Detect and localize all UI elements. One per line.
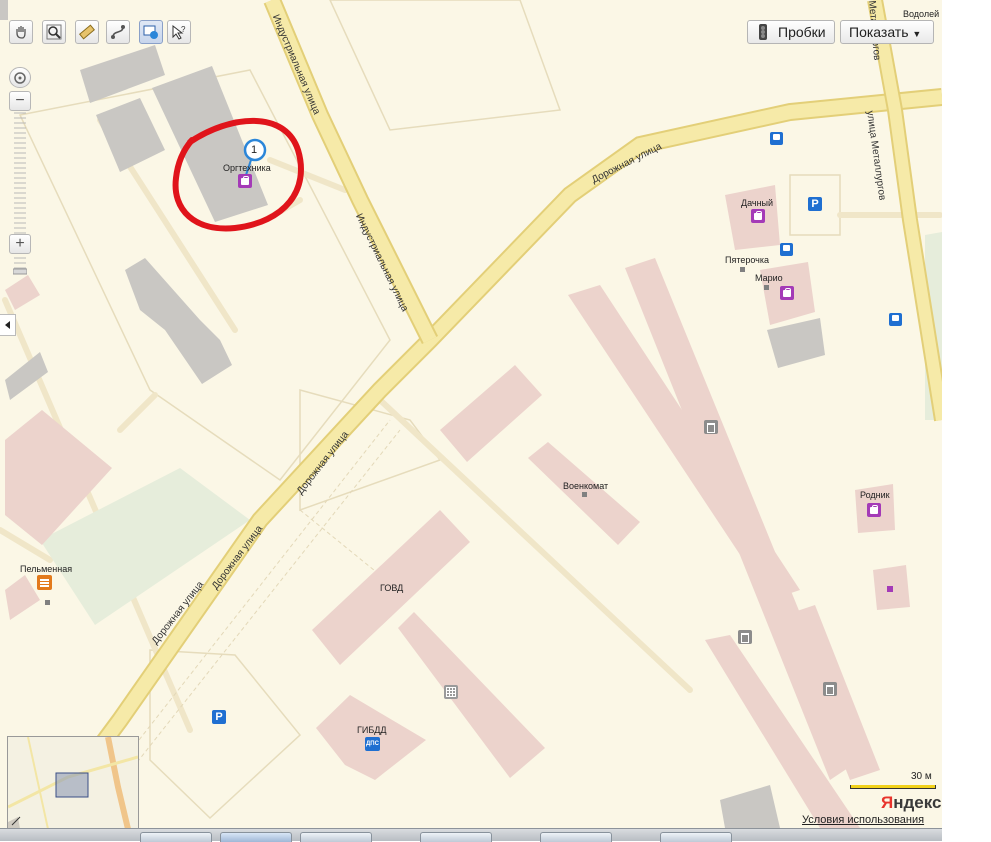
- magnifier-icon: [46, 24, 62, 40]
- taskbar-item[interactable]: [300, 832, 372, 842]
- drag-tool-button[interactable]: [9, 20, 33, 44]
- place-label-rodnik: Родник: [860, 490, 890, 500]
- scale-label: 30 м: [911, 771, 932, 782]
- svg-text:?: ?: [181, 25, 186, 34]
- show-layers-label: Показать: [849, 24, 909, 40]
- place-label-vodolei: Водолей: [903, 9, 940, 19]
- place-label-gibdd: ГИБДД: [357, 725, 387, 735]
- bus-stop-icon[interactable]: [780, 243, 793, 256]
- route-tool-button[interactable]: [106, 20, 130, 44]
- zoom-center-button[interactable]: [9, 67, 31, 88]
- place-dot[interactable]: [740, 267, 745, 272]
- garage-icon[interactable]: [738, 630, 752, 644]
- minimap-viewport: [55, 772, 89, 798]
- shop-icon[interactable]: [780, 286, 794, 300]
- crosshair-icon: [14, 72, 26, 84]
- place-dot[interactable]: [582, 492, 587, 497]
- building-icon[interactable]: [444, 685, 458, 699]
- place-label-pelmennaya: Пельменная: [20, 564, 73, 574]
- map-canvas[interactable]: 1 Оргтехника Индустриальная улица Индуст…: [0, 0, 942, 828]
- place-label-govd: ГОВД: [380, 583, 404, 593]
- garage-icon[interactable]: [704, 420, 718, 434]
- marker-label: Оргтехника: [223, 163, 271, 173]
- taskbar-item[interactable]: [220, 832, 292, 842]
- ruler-tool-button[interactable]: [75, 20, 99, 44]
- place-label-voenkomat: Военкомат: [563, 481, 609, 491]
- collapse-panel-arrow-icon[interactable]: [0, 314, 16, 336]
- magnifier-tool-button[interactable]: [42, 20, 66, 44]
- bus-stop-icon[interactable]: [770, 132, 783, 145]
- taskbar-item[interactable]: [140, 832, 212, 842]
- block-outline: [149, 649, 302, 820]
- shop-icon[interactable]: [238, 174, 252, 188]
- os-taskbar: [0, 828, 942, 842]
- police-icon-label: ДПС: [366, 741, 379, 747]
- garage-icon[interactable]: [823, 682, 837, 696]
- logo-letter: Я: [881, 793, 894, 812]
- balloon-tool-button[interactable]: [139, 20, 163, 44]
- map-base-layer: [0, 0, 942, 828]
- zoom-in-button[interactable]: +: [9, 234, 31, 254]
- terms-of-use-link[interactable]: Условия использования: [802, 814, 924, 826]
- show-layers-button[interactable]: Показать ▼: [840, 20, 934, 44]
- taskbar-item[interactable]: [420, 832, 492, 842]
- balloon-icon: [143, 25, 158, 39]
- cursor-help-icon: ?: [172, 24, 186, 40]
- place-label-mario: Марио: [755, 273, 783, 283]
- cafe-icon[interactable]: [37, 575, 52, 590]
- taskbar-item[interactable]: [660, 832, 732, 842]
- place-label-dachny: Дачный: [741, 198, 774, 208]
- taskbar-item[interactable]: [540, 832, 612, 842]
- place-dot[interactable]: [887, 586, 893, 592]
- minimap-canvas: [8, 737, 138, 828]
- marker-number[interactable]: 1: [251, 144, 257, 156]
- zoom-control: − +: [9, 67, 31, 275]
- police-icon[interactable]: ДПС: [365, 737, 380, 751]
- select-tool-button[interactable]: ?: [167, 20, 191, 44]
- logo-text: ндекс: [893, 793, 942, 812]
- traffic-button-label: Пробки: [778, 24, 826, 40]
- place-dot[interactable]: [764, 285, 769, 290]
- chevron-down-icon: ▼: [912, 29, 922, 39]
- yandex-logo[interactable]: Яндекс: [881, 793, 941, 813]
- shop-icon[interactable]: [867, 503, 881, 517]
- shop-icon[interactable]: [751, 209, 765, 223]
- block-outline: [329, 0, 562, 131]
- parking-icon[interactable]: P: [212, 710, 226, 724]
- traffic-button[interactable]: Пробки: [747, 20, 835, 44]
- zoom-slider-thumb: [13, 268, 27, 275]
- zoom-out-button[interactable]: −: [9, 91, 31, 111]
- place-label-pyaterochka: Пятерочка: [725, 255, 770, 265]
- route-icon: [111, 25, 125, 39]
- bus-stop-icon[interactable]: [889, 313, 902, 326]
- hand-icon: [16, 26, 26, 39]
- place-dot[interactable]: [45, 600, 50, 605]
- ruler-icon: [79, 24, 95, 40]
- traffic-light-icon: [759, 24, 767, 40]
- minimap[interactable]: [7, 736, 139, 828]
- parking-icon[interactable]: P: [808, 197, 822, 211]
- scale-bar: [850, 785, 936, 789]
- zoom-slider[interactable]: [13, 111, 27, 291]
